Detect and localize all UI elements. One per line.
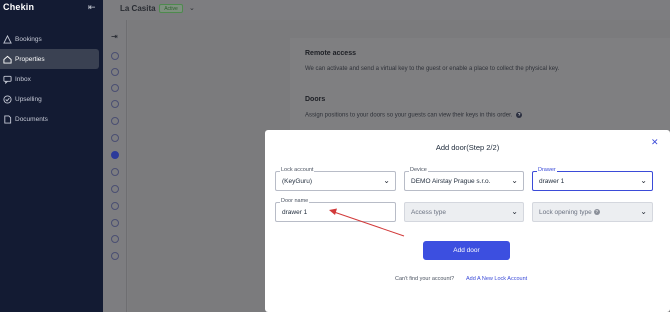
lock-opening-type-placeholder: Lock opening type?	[539, 209, 600, 216]
property-name[interactable]: La Casita	[120, 4, 156, 13]
top-bar: La Casita Active ⌄	[103, 0, 670, 20]
sidebar-item-label: Documents	[15, 115, 48, 123]
sidebar-item-label: Upselling	[15, 95, 42, 103]
access-type-select[interactable]: Access type ⌄	[404, 202, 524, 222]
help-icon[interactable]: ?	[593, 209, 600, 216]
shield-icon[interactable]	[111, 100, 119, 108]
chevron-down-icon: ⌄	[511, 207, 518, 216]
chevron-down-icon: ⌄	[511, 176, 518, 185]
sidebar-item-label: Bookings	[15, 35, 42, 43]
property-icon-rail: ⇥	[103, 20, 127, 312]
sidebar-item-label: Properties	[15, 55, 45, 63]
triangle-icon	[3, 34, 12, 44]
sidebar-item-bookings[interactable]: Bookings	[0, 29, 103, 49]
camera-icon[interactable]	[111, 185, 119, 193]
lock-account-select[interactable]: Lock account (KeyGuru) ⌄	[275, 167, 396, 191]
settings-icon[interactable]	[111, 202, 119, 210]
remote-access-title: Remote access	[305, 50, 356, 57]
device-select[interactable]: Device DEMO Airstay Prague s.r.o. ⌄	[404, 167, 524, 191]
lock-opening-type-select[interactable]: Lock opening type? ⌄	[532, 202, 653, 222]
door-name-label: Door name	[280, 198, 310, 205]
drawer-label: Drawer	[537, 167, 557, 174]
document-icon[interactable]	[111, 219, 119, 227]
users-icon[interactable]	[111, 68, 119, 76]
info-icon[interactable]	[111, 52, 119, 60]
home-icon	[3, 55, 12, 64]
check-circle-icon	[3, 94, 12, 104]
status-badge: Active	[159, 4, 183, 13]
expand-arrow-icon[interactable]: ⇥	[111, 32, 118, 41]
sidebar-item-inbox[interactable]: Inbox	[0, 69, 103, 89]
sidebar: Chekin ⇤ Bookings Properties Inbox Upsel…	[0, 0, 103, 312]
chat-icon[interactable]	[111, 84, 119, 92]
lock-account-value: (KeyGuru)	[282, 178, 312, 185]
calendar-icon[interactable]	[111, 134, 119, 142]
chat-icon	[3, 75, 12, 84]
door-name-input[interactable]: Door name drawer 1	[275, 198, 396, 222]
close-icon[interactable]: ✕	[651, 138, 659, 147]
tax-icon[interactable]	[111, 168, 119, 176]
book-icon[interactable]	[111, 235, 119, 243]
sidebar-item-documents[interactable]: Documents	[0, 109, 103, 129]
sidebar-item-upselling[interactable]: Upselling	[0, 89, 103, 109]
add-lock-account-link[interactable]: Add A New Lock Account	[466, 276, 527, 282]
door-name-value: drawer 1	[282, 209, 308, 216]
help-icon[interactable]: ?	[516, 112, 523, 118]
device-label: Device	[409, 167, 428, 174]
doors-desc: Assign positions to your doors so your g…	[305, 112, 523, 119]
document-icon	[4, 114, 12, 124]
chevron-down-icon[interactable]: ⌄	[189, 4, 195, 12]
add-door-button[interactable]: Add door	[423, 241, 510, 260]
cant-find-account-text: Can't find your account?	[395, 276, 455, 282]
collapse-sidebar-icon[interactable]: ⇤	[88, 3, 96, 12]
card-icon[interactable]	[111, 117, 119, 125]
doors-title: Doors	[305, 96, 326, 103]
chevron-down-icon: ⌄	[640, 176, 647, 185]
sidebar-item-label: Inbox	[15, 75, 31, 83]
chevron-down-icon: ⌄	[383, 176, 390, 185]
chevron-down-icon: ⌄	[640, 207, 647, 216]
device-value: DEMO Airstay Prague s.r.o.	[411, 178, 491, 185]
key-icon[interactable]	[111, 151, 119, 159]
lock-account-label: Lock account	[280, 167, 315, 174]
add-door-modal: Add door(Step 2/2) ✕ Lock account (KeyGu…	[265, 130, 670, 312]
access-type-placeholder: Access type	[411, 209, 447, 216]
remote-access-desc: We can activate and send a virtual key t…	[305, 66, 560, 72]
brand-logo: Chekin	[3, 2, 35, 12]
drawer-value: drawer 1	[539, 178, 565, 185]
sidebar-nav: Bookings Properties Inbox Upselling Docu…	[0, 29, 103, 129]
drawer-select[interactable]: Drawer drawer 1 ⌄	[532, 167, 653, 191]
clock-icon[interactable]	[111, 252, 119, 260]
modal-title: Add door(Step 2/2)	[435, 143, 500, 152]
sidebar-item-properties[interactable]: Properties	[0, 49, 99, 69]
